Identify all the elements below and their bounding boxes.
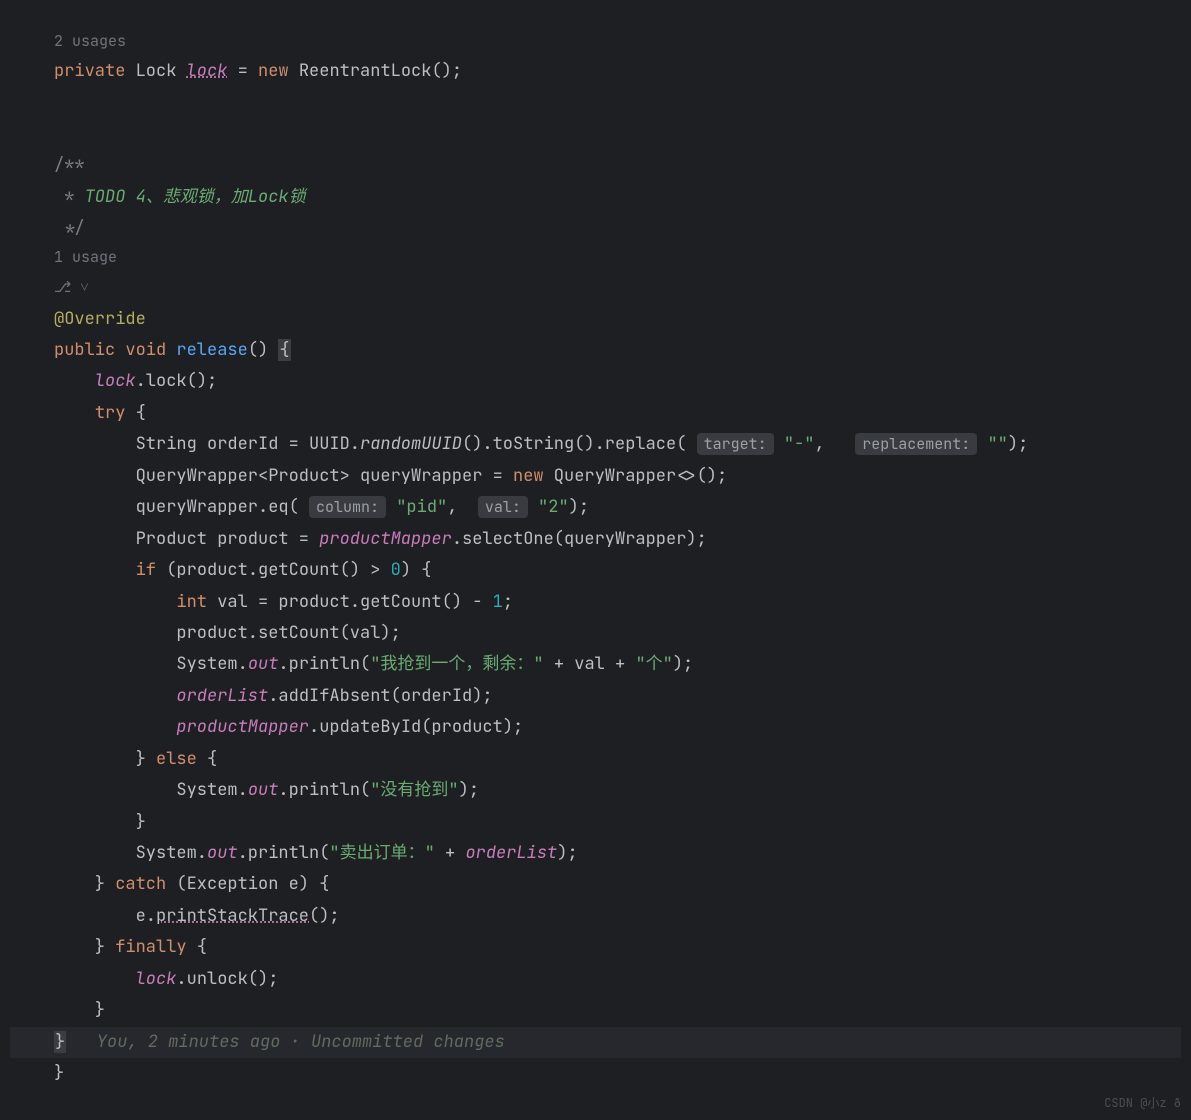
annotation: @Override bbox=[10, 304, 1181, 335]
usage-hint[interactable]: 1 usage bbox=[10, 244, 1181, 272]
code-line[interactable]: } catch (Exception e) { bbox=[10, 869, 1181, 900]
code-line[interactable]: QueryWrapper<Product> queryWrapper = new… bbox=[10, 461, 1181, 492]
param-hint: val: bbox=[478, 496, 528, 518]
code-line[interactable]: } else { bbox=[10, 744, 1181, 775]
code-line[interactable]: } finally { bbox=[10, 932, 1181, 963]
code-line[interactable]: if (product.getCount() > 0) { bbox=[10, 555, 1181, 586]
code-editor[interactable]: 2 usages private Lock lock = new Reentra… bbox=[0, 0, 1191, 1120]
code-line[interactable]: private Lock lock = new ReentrantLock(); bbox=[10, 56, 1181, 87]
code-line[interactable]: int val = product.getCount() - 1; bbox=[10, 587, 1181, 618]
watermark: CSDN @小z ð bbox=[1104, 1092, 1181, 1114]
code-line[interactable]: } bbox=[10, 1058, 1181, 1089]
comment-line: */ bbox=[10, 213, 1181, 244]
code-line[interactable]: lock.unlock(); bbox=[10, 964, 1181, 995]
code-line[interactable]: String orderId = UUID.randomUUID().toStr… bbox=[10, 429, 1181, 460]
code-line[interactable]: productMapper.updateById(product); bbox=[10, 712, 1181, 743]
code-line[interactable]: System.out.println("我抢到一个，剩余：" + val + "… bbox=[10, 649, 1181, 680]
code-line[interactable]: queryWrapper.eq( column: "pid", val: "2"… bbox=[10, 492, 1181, 523]
code-line[interactable]: orderList.addIfAbsent(orderId); bbox=[10, 681, 1181, 712]
code-line[interactable]: Product product = productMapper.selectOn… bbox=[10, 524, 1181, 555]
gutter-override-icon[interactable]: ⎇ ˅ bbox=[54, 274, 89, 302]
param-hint: target: bbox=[697, 433, 774, 455]
code-line[interactable]: lock.lock(); bbox=[10, 366, 1181, 397]
code-line[interactable]: } bbox=[10, 995, 1181, 1026]
todo-comment: * TODO 4、悲观锁，加Lock锁 bbox=[10, 182, 1181, 213]
code-line[interactable]: System.out.println("卖出订单：" + orderList); bbox=[10, 838, 1181, 869]
usage-hint[interactable]: 2 usages bbox=[10, 28, 1181, 56]
caret-line[interactable]: } You, 2 minutes ago · Uncommitted chang… bbox=[10, 1027, 1181, 1058]
git-blame-annotation[interactable]: You, 2 minutes ago · Uncommitted changes bbox=[66, 1031, 505, 1053]
code-line[interactable]: public void release() { bbox=[10, 335, 1181, 366]
code-line[interactable]: System.out.println("没有抢到"); bbox=[10, 775, 1181, 806]
code-line[interactable]: try { bbox=[10, 398, 1181, 429]
code-line[interactable]: e.printStackTrace(); bbox=[10, 901, 1181, 932]
comment-line: /** bbox=[10, 150, 1181, 181]
param-hint: column: bbox=[309, 496, 386, 518]
code-line[interactable]: product.setCount(val); bbox=[10, 618, 1181, 649]
code-line[interactable]: } bbox=[10, 807, 1181, 838]
param-hint: replacement: bbox=[855, 433, 977, 455]
